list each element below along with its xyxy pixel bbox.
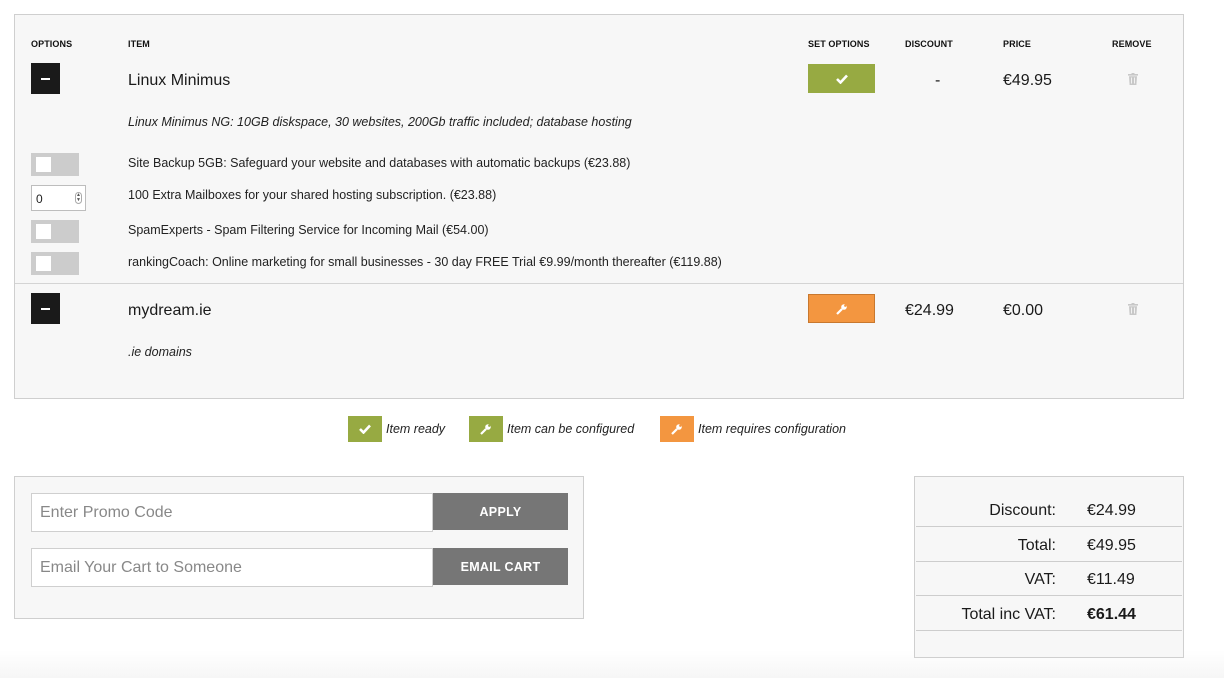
check-icon bbox=[348, 416, 382, 442]
totals-value: €24.99 bbox=[1087, 502, 1136, 519]
legend-label: Item ready bbox=[386, 422, 446, 436]
column-header-remove: REMOVE bbox=[1112, 39, 1152, 49]
wrench-icon bbox=[660, 416, 694, 442]
item-price: €49.95 bbox=[1003, 72, 1052, 89]
addon-label: Site Backup 5GB: Safeguard your website … bbox=[128, 156, 631, 170]
column-header-price: PRICE bbox=[1003, 39, 1032, 49]
cart-table: OPTIONS ITEM SET OPTIONS DISCOUNT PRICE … bbox=[14, 14, 1184, 399]
check-icon bbox=[835, 74, 848, 84]
totals-label: Total: bbox=[1017, 537, 1056, 554]
item-name: Linux Minimus bbox=[128, 72, 231, 89]
apply-promo-button[interactable]: APPLY bbox=[433, 493, 568, 530]
wrench-icon bbox=[835, 303, 847, 315]
totals-row-discount: Discount: €24.99 bbox=[916, 493, 1182, 527]
addon-toggle-rankingcoach[interactable] bbox=[31, 252, 79, 275]
promo-code-input[interactable] bbox=[31, 493, 433, 532]
set-options-button[interactable] bbox=[808, 64, 875, 93]
quantity-value: 0 bbox=[36, 192, 43, 206]
item-description: .ie domains bbox=[128, 345, 192, 359]
legend-label: Item can be configured bbox=[507, 422, 635, 436]
promo-panel: APPLY EMAIL CART bbox=[14, 476, 584, 619]
mailboxes-quantity-stepper[interactable]: 0 ▲ ▼ bbox=[31, 185, 86, 211]
item-description: Linux Minimus NG: 10GB diskspace, 30 web… bbox=[128, 115, 632, 129]
addon-label: rankingCoach: Online marketing for small… bbox=[128, 255, 722, 269]
item-name: mydream.ie bbox=[128, 302, 212, 319]
totals-value: €11.49 bbox=[1087, 571, 1135, 588]
column-header-set-options: SET OPTIONS bbox=[808, 39, 870, 49]
minus-icon bbox=[41, 307, 50, 310]
totals-panel: Discount: €24.99 Total: €49.95 VAT: €11.… bbox=[914, 476, 1184, 658]
column-header-discount: DISCOUNT bbox=[905, 39, 953, 49]
addon-label: 100 Extra Mailboxes for your shared host… bbox=[128, 188, 497, 202]
toggle-knob bbox=[36, 256, 51, 271]
totals-value: €61.44 bbox=[1087, 606, 1136, 623]
totals-row-vat: VAT: €11.49 bbox=[916, 562, 1182, 596]
item-discount: - bbox=[935, 72, 941, 89]
totals-label: Total inc VAT: bbox=[961, 606, 1056, 623]
totals-value: €49.95 bbox=[1087, 537, 1136, 554]
totals-row-total: Total: €49.95 bbox=[916, 528, 1182, 562]
addon-toggle-site-backup[interactable] bbox=[31, 153, 79, 176]
column-header-options: OPTIONS bbox=[31, 39, 73, 49]
row-divider bbox=[15, 283, 1183, 284]
legend-item-configurable: Item can be configured bbox=[469, 416, 634, 442]
totals-label: Discount: bbox=[989, 502, 1056, 519]
legend-item-requires-config: Item requires configuration bbox=[660, 416, 846, 442]
toggle-knob bbox=[36, 157, 51, 172]
item-price: €0.00 bbox=[1003, 302, 1044, 319]
set-options-button[interactable] bbox=[808, 294, 875, 323]
email-cart-button[interactable]: EMAIL CART bbox=[433, 548, 568, 585]
email-cart-input[interactable] bbox=[31, 548, 433, 587]
trash-icon[interactable] bbox=[1128, 303, 1138, 315]
wrench-icon bbox=[469, 416, 503, 442]
totals-label: VAT: bbox=[1024, 571, 1056, 588]
legend-item-ready: Item ready bbox=[348, 416, 445, 442]
minus-icon bbox=[41, 77, 50, 80]
legend-label: Item requires configuration bbox=[698, 422, 846, 436]
toggle-knob bbox=[36, 224, 51, 239]
addon-toggle-spamexperts[interactable] bbox=[31, 220, 79, 243]
collapse-options-button[interactable] bbox=[31, 293, 60, 324]
collapse-options-button[interactable] bbox=[31, 63, 60, 94]
trash-icon[interactable] bbox=[1128, 73, 1138, 85]
addon-label: SpamExperts - Spam Filtering Service for… bbox=[128, 223, 489, 237]
column-header-item: ITEM bbox=[128, 39, 150, 49]
item-discount: €24.99 bbox=[905, 302, 954, 319]
totals-row-total-inc-vat: Total inc VAT: €61.44 bbox=[916, 597, 1182, 631]
stepper-arrows-icon[interactable]: ▲ ▼ bbox=[75, 192, 82, 204]
